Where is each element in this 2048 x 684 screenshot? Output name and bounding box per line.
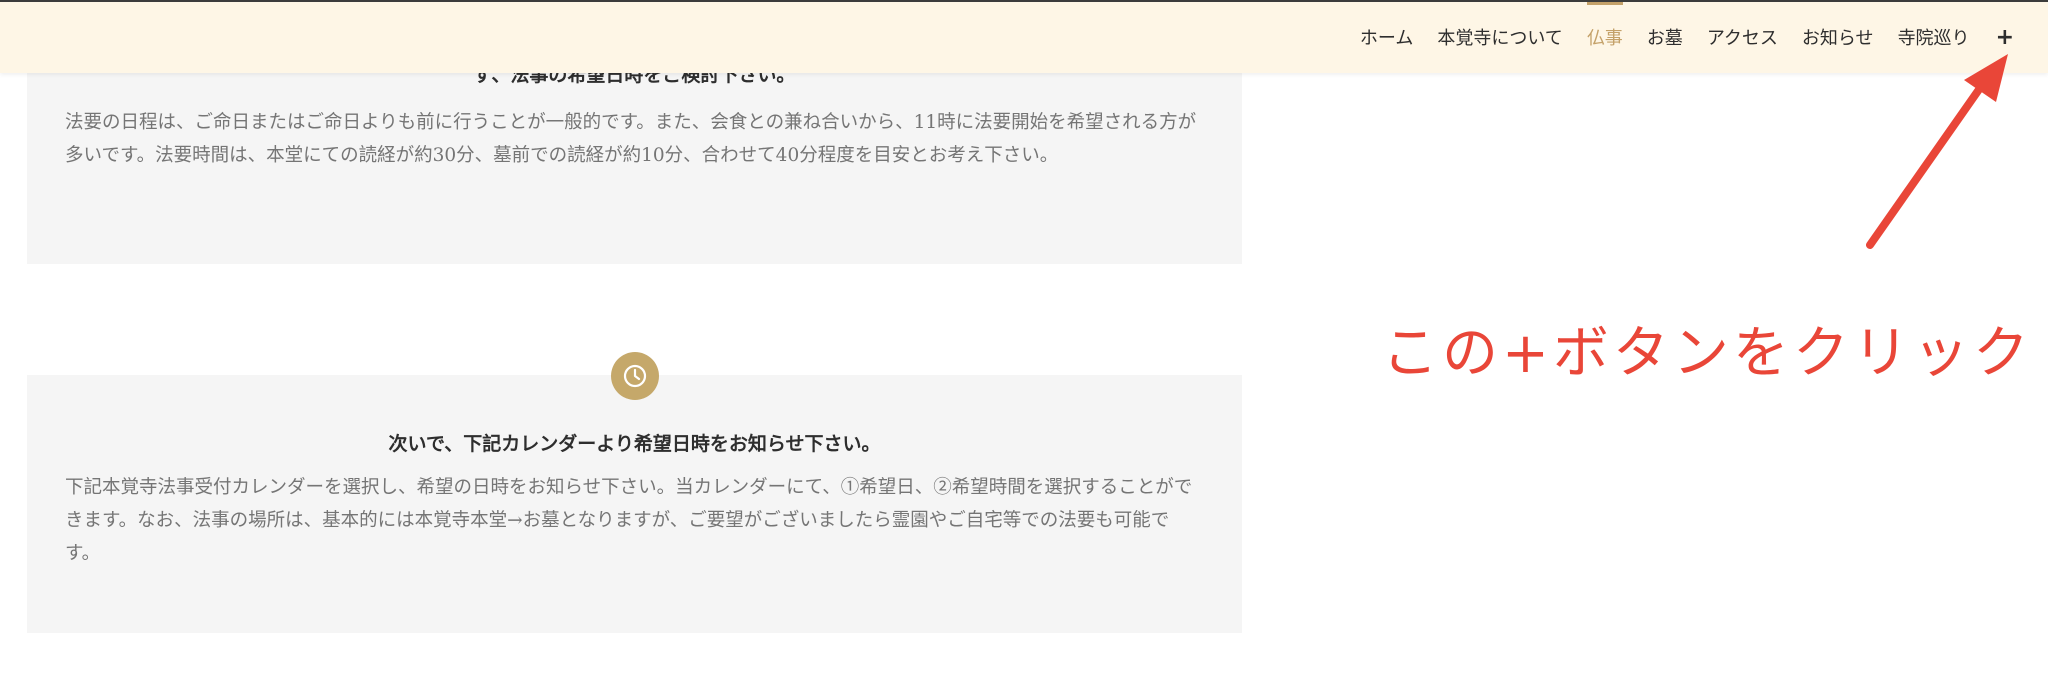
nav-item-temple-tour[interactable]: 寺院巡り — [1898, 24, 1970, 50]
nav-item-about[interactable]: 本覚寺について — [1437, 24, 1562, 50]
nav-menu: ホーム 本覚寺について 仏事 お墓 アクセス お知らせ 寺院巡り + — [1336, 2, 2014, 50]
nav-item-access[interactable]: アクセス — [1707, 24, 1778, 50]
section-title: 次いで、下記カレンダーより希望日時をお知らせ下さい。 — [388, 433, 881, 455]
section-card-calendar: 次いで、下記カレンダーより希望日時をお知らせ下さい。 下記本覚寺法事受付カレンダ… — [27, 375, 1242, 633]
section-body: 法要の日程は、ご命日またはご命日よりも前に行うことが一般的です。また、会食との兼… — [65, 112, 1197, 166]
nav-item-news[interactable]: お知らせ — [1802, 24, 1874, 50]
section-body: 下記本覚寺法事受付カレンダーを選択し、希望の日時をお知らせ下さい。当カレンダーに… — [65, 477, 1193, 564]
nav-item-graves[interactable]: お墓 — [1647, 24, 1683, 50]
menu-expand-button[interactable]: + — [1996, 25, 2014, 50]
clock-icon — [611, 352, 659, 400]
annotation-instruction: この+ボタンをクリック — [1382, 321, 2033, 386]
arrow-icon — [1866, 54, 2008, 249]
nav-item-home[interactable]: ホーム — [1360, 24, 1413, 50]
top-navbar: ホーム 本覚寺について 仏事 お墓 アクセス お知らせ 寺院巡り + — [0, 0, 2048, 73]
nav-item-buddhist-services[interactable]: 仏事 — [1586, 2, 1623, 50]
